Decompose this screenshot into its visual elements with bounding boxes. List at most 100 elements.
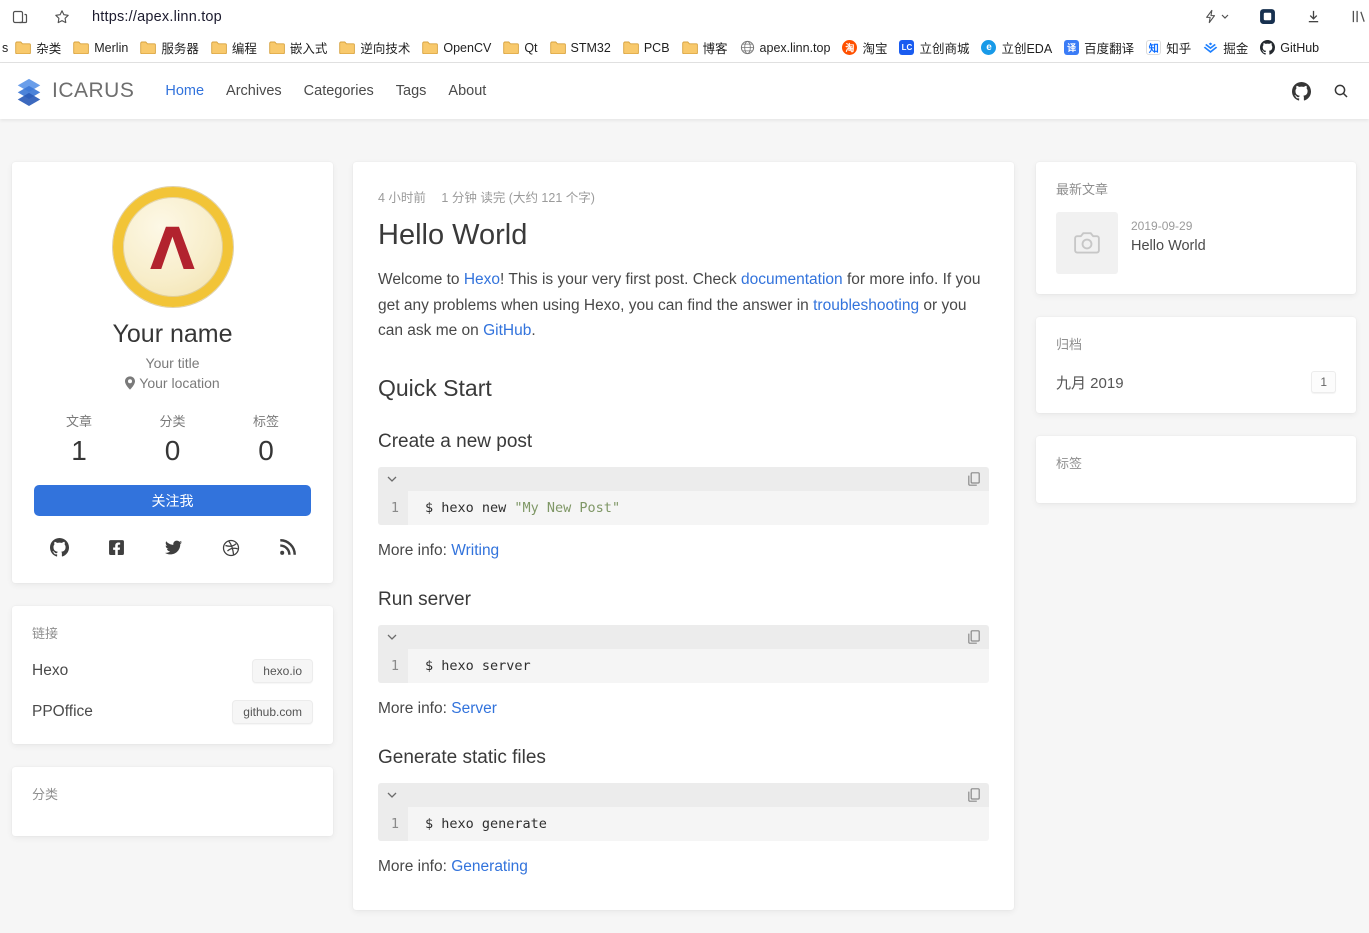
- recent-posts-header: 最新文章: [1056, 182, 1109, 197]
- more-info-link[interactable]: Writing: [451, 542, 499, 559]
- code-block: 1 $ hexo server: [378, 624, 989, 683]
- avatar: Λ: [112, 187, 233, 307]
- extension-icon[interactable]: [1259, 8, 1276, 25]
- site-brand[interactable]: ICARUS: [14, 76, 134, 106]
- post-title-link[interactable]: Hello World: [1131, 238, 1206, 254]
- code-block: 1 $ hexo generate: [378, 782, 989, 841]
- camera-icon: [1072, 230, 1102, 256]
- section-heading: Run server: [378, 588, 471, 610]
- link-item[interactable]: PPOffice github.com: [32, 700, 313, 724]
- bookmark-item[interactable]: 淘淘宝: [836, 36, 893, 59]
- search-icon[interactable]: [1333, 83, 1349, 99]
- copy-code-icon[interactable]: [968, 471, 980, 486]
- clipped-bookmark[interactable]: s: [2, 41, 8, 55]
- link-domain-tag: github.com: [232, 700, 313, 724]
- taobao-icon: 淘: [842, 40, 858, 55]
- copy-code-icon[interactable]: [968, 629, 980, 644]
- stat-value: 0: [258, 435, 274, 466]
- profile-stat[interactable]: 标签 0: [253, 411, 279, 467]
- rss-icon[interactable]: [279, 538, 296, 557]
- section-heading: Generate static files: [378, 746, 546, 768]
- bookmark-item[interactable]: LC 立创商城: [893, 36, 975, 59]
- download-icon[interactable]: [1306, 9, 1321, 24]
- link-item[interactable]: Hexo hexo.io: [32, 659, 313, 683]
- nav-item-tags[interactable]: Tags: [385, 83, 438, 99]
- collapse-chevron-icon[interactable]: [387, 792, 397, 798]
- bookmark-label: 服务器: [161, 42, 199, 56]
- bookmark-label: 淘宝: [862, 42, 888, 56]
- more-info: More info: Server: [378, 700, 989, 718]
- archive-label: 九月 2019: [1056, 374, 1124, 392]
- folder-icon: [140, 41, 157, 54]
- bookmark-item[interactable]: e 立创EDA: [975, 36, 1058, 59]
- intro-link[interactable]: troubleshooting: [813, 297, 919, 314]
- article-readtime: 1 分钟 读完 (大约 121 个字): [441, 191, 595, 205]
- bookmark-item[interactable]: PCB: [617, 39, 676, 57]
- collapse-chevron-icon[interactable]: [387, 634, 397, 640]
- intro-link[interactable]: documentation: [741, 271, 843, 288]
- recent-post-item[interactable]: 2019-09-29 Hello World: [1056, 212, 1336, 274]
- intro-link[interactable]: GitHub: [483, 322, 531, 339]
- nav-item-archives[interactable]: Archives: [215, 83, 293, 99]
- folder-icon: [269, 41, 285, 54]
- dribbble-icon[interactable]: [222, 538, 240, 557]
- bookmark-item[interactable]: Merlin: [67, 39, 134, 57]
- profile-stat[interactable]: 分类 0: [159, 411, 185, 467]
- folder-icon: [549, 41, 566, 54]
- bookmark-item[interactable]: GitHub: [1254, 38, 1325, 57]
- bookmark-item[interactable]: 服务器: [134, 36, 205, 59]
- code-text[interactable]: $ hexo server: [408, 649, 531, 683]
- library-icon[interactable]: [1351, 9, 1367, 24]
- code-line-row: 1 $ hexo server: [378, 648, 989, 683]
- facebook-icon[interactable]: [108, 538, 125, 557]
- bookmark-item[interactable]: 博客: [676, 36, 734, 59]
- github-icon[interactable]: [49, 538, 69, 557]
- follow-button[interactable]: 关注我: [34, 485, 311, 516]
- nav-item-about[interactable]: About: [437, 83, 497, 99]
- stat-value: 1: [71, 435, 87, 466]
- bookmark-item[interactable]: 编程: [205, 36, 263, 59]
- reader-pages-icon[interactable]: [12, 9, 28, 25]
- location-pin-icon: [125, 376, 136, 390]
- nav-item-home[interactable]: Home: [154, 83, 215, 99]
- collapse-chevron-icon[interactable]: [387, 476, 397, 482]
- more-info-link[interactable]: Server: [451, 700, 497, 717]
- bookmark-label: apex.linn.top: [759, 40, 831, 55]
- folder-icon: [339, 41, 356, 54]
- bookmark-item[interactable]: 知知乎: [1140, 36, 1197, 59]
- bookmark-star-icon[interactable]: [54, 9, 70, 25]
- link-name: PPOffice: [32, 703, 93, 720]
- folder-icon: [681, 41, 698, 54]
- bookmark-item[interactable]: 嵌入式: [263, 36, 334, 59]
- hexo-logo-lambda-icon: Λ: [150, 215, 195, 283]
- bookmark-item[interactable]: apex.linn.top: [734, 38, 837, 57]
- bookmark-item[interactable]: STM32: [544, 39, 617, 57]
- archive-item[interactable]: 九月 2019 1: [1056, 371, 1336, 393]
- bookmark-item[interactable]: 译百度翻译: [1058, 36, 1140, 59]
- more-info-link[interactable]: Generating: [451, 858, 528, 875]
- code-line-row: 1 $ hexo new "My New Post": [378, 490, 989, 525]
- code-text[interactable]: $ hexo generate: [408, 807, 547, 841]
- main-column: 4 小时前 1 分钟 读完 (大约 121 个字) Hello World We…: [353, 162, 1014, 933]
- bookmark-item[interactable]: 掘金: [1197, 36, 1254, 59]
- nav-item-categories[interactable]: Categories: [293, 83, 385, 99]
- toolbar-right-icons: [1204, 8, 1367, 25]
- github-icon: [1260, 40, 1276, 55]
- bookmark-item[interactable]: 杂类: [9, 36, 67, 59]
- bookmark-item[interactable]: OpenCV: [416, 39, 497, 57]
- performance-icon[interactable]: [1204, 9, 1229, 24]
- code-text[interactable]: $ hexo new "My New Post": [408, 491, 620, 525]
- copy-code-icon[interactable]: [968, 787, 980, 802]
- archives-card: 归档 九月 2019 1: [1036, 317, 1356, 413]
- bookmark-item[interactable]: 逆向技术: [333, 36, 416, 59]
- bookmark-item[interactable]: Qt: [497, 39, 543, 57]
- intro-link[interactable]: Hexo: [464, 271, 500, 288]
- url-text[interactable]: https://apex.linn.top: [92, 9, 222, 25]
- link-name: Hexo: [32, 662, 69, 679]
- twitter-icon[interactable]: [164, 538, 183, 557]
- more-info-label: More info:: [378, 699, 452, 717]
- bookmark-label: 百度翻译: [1084, 42, 1135, 56]
- github-icon[interactable]: [1292, 81, 1311, 101]
- profile-stat[interactable]: 文章 1: [66, 411, 92, 467]
- intro-text: ! This is your very first post. Check: [500, 271, 741, 288]
